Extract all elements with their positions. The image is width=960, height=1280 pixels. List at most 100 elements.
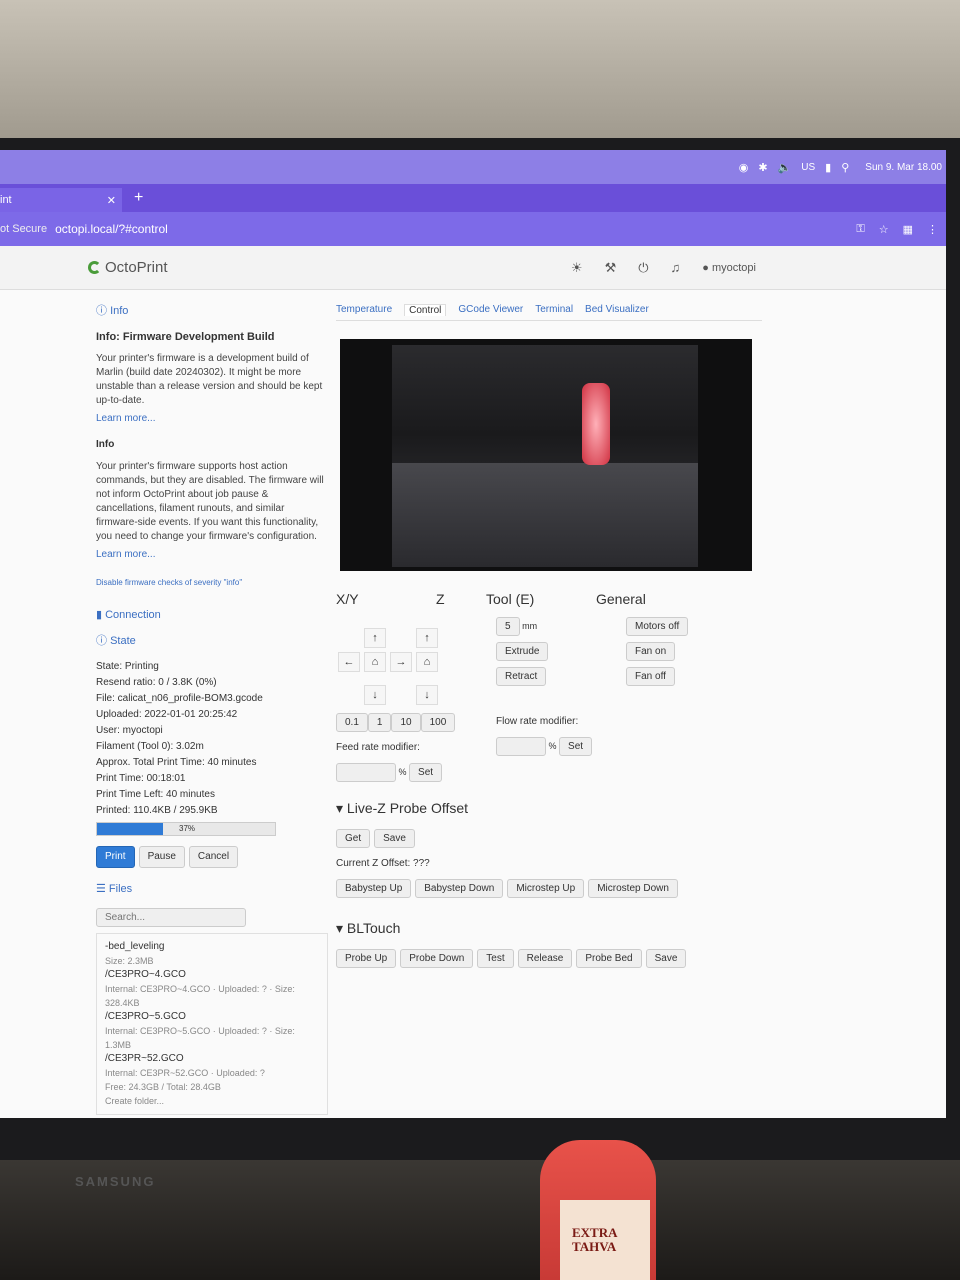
bltouch-save-button[interactable]: Save xyxy=(645,949,687,968)
file-item-name: /CE3PRO~5.GCO xyxy=(105,1011,186,1022)
file-list: -bed_leveling Size: 2.3MB /CE3PRO~4.GCO In… xyxy=(96,933,328,1115)
flow-rate-set-button[interactable]: Set xyxy=(559,737,593,756)
tool-controls: 5 mm Extrude Retract Flow rate modifier:… xyxy=(496,617,616,782)
bltouch-section-title[interactable]: ▾ BLTouch xyxy=(336,920,762,937)
input-source[interactable]: US xyxy=(801,162,815,173)
info-paragraph-1: Your printer's firmware is a development… xyxy=(96,353,323,406)
state-header[interactable]: ⓘ State xyxy=(96,634,328,648)
probe-down-button[interactable]: Probe Down xyxy=(400,949,474,968)
files-header[interactable]: ☰ Files xyxy=(96,882,328,896)
tab-gcode-viewer[interactable]: GCode Viewer xyxy=(458,304,523,316)
home-xy-button[interactable]: ⌂ xyxy=(364,652,386,672)
bltouch-buttons: Probe Up Probe Down Test Release Probe B… xyxy=(336,949,762,968)
tab-temperature[interactable]: Temperature xyxy=(336,304,392,316)
main-panel: Temperature Control GCode Viewer Termina… xyxy=(336,304,762,968)
tab-control[interactable]: Control xyxy=(404,304,447,316)
babystep-down-button[interactable]: Babystep Down xyxy=(415,879,504,898)
file-item-name: /CE3PRO~4.GCO xyxy=(105,969,186,980)
y-plus-button[interactable]: ↑ xyxy=(364,628,386,648)
probe-up-button[interactable]: Probe Up xyxy=(336,949,397,968)
feed-rate-set-button[interactable]: Set xyxy=(409,763,443,782)
fan-off-button[interactable]: Fan off xyxy=(626,667,675,686)
current-z-offset: Current Z Offset: ??? xyxy=(336,858,430,869)
brand[interactable]: OctoPrint xyxy=(88,259,168,276)
menubar-clock[interactable]: Sun 9. Mar 18.00 xyxy=(865,162,942,173)
print-button[interactable]: Print xyxy=(96,846,135,868)
save-offset-button[interactable]: Save xyxy=(374,829,415,848)
url-field[interactable]: octopi.local/?#control xyxy=(55,222,168,236)
learn-more-link-1[interactable]: Learn more... xyxy=(96,412,328,426)
printed-bytes: Printed: 110.4KB / 295.9KB xyxy=(96,805,218,816)
pause-button[interactable]: Pause xyxy=(138,846,185,868)
microstep-up-button[interactable]: Microstep Up xyxy=(507,879,585,898)
security-indicator[interactable]: ot Secure xyxy=(0,223,47,235)
y-minus-button[interactable]: ↓ xyxy=(364,685,386,705)
printer-image xyxy=(392,345,698,567)
progress-fill xyxy=(97,823,163,835)
new-tab-icon[interactable]: + xyxy=(134,189,143,207)
battery-icon[interactable]: ▮ xyxy=(825,161,831,174)
step-10-button[interactable]: 10 xyxy=(391,713,421,732)
print-bed xyxy=(392,463,698,567)
background-wall xyxy=(0,0,960,150)
search-icon[interactable]: ⚲ xyxy=(841,161,849,174)
release-button[interactable]: Release xyxy=(517,949,573,968)
tab-bed-visualizer[interactable]: Bed Visualizer xyxy=(585,304,649,316)
motors-off-button[interactable]: Motors off xyxy=(626,617,689,636)
close-tab-icon[interactable]: ✕ xyxy=(107,194,116,207)
babystep-up-button[interactable]: Babystep Up xyxy=(336,879,412,898)
x-plus-button[interactable]: → xyxy=(390,652,412,672)
info-header[interactable]: ⓘ Info xyxy=(96,304,328,318)
cancel-button[interactable]: Cancel xyxy=(188,846,239,868)
tool-label: Tool (E) xyxy=(486,591,535,607)
tab-terminal[interactable]: Terminal xyxy=(535,304,573,316)
retract-button[interactable]: Retract xyxy=(496,667,547,686)
wrench-icon[interactable]: ⚒ xyxy=(605,260,617,276)
power-icon[interactable]: ⏻ xyxy=(638,260,648,276)
flow-rate-input[interactable] xyxy=(496,737,546,756)
z-minus-button[interactable]: ↓ xyxy=(416,685,438,705)
list-item[interactable]: /CE3PR~52.GCO Internal: CE3PR~52.GCO · Up… xyxy=(105,1052,319,1080)
lightbulb-icon[interactable]: ☀ xyxy=(571,260,583,276)
probe-bed-button[interactable]: Probe Bed xyxy=(576,949,642,968)
list-item[interactable]: /CE3PRO~4.GCO Internal: CE3PRO~4.GCO · Up… xyxy=(105,968,319,1010)
livez-section-title[interactable]: ▾ Live-Z Probe Offset xyxy=(336,800,762,817)
volume-icon[interactable]: 🔈 xyxy=(778,161,792,174)
test-button[interactable]: Test xyxy=(477,949,514,968)
fan-on-button[interactable]: Fan on xyxy=(626,642,676,661)
user-menu[interactable]: ● myoctopi xyxy=(702,262,756,274)
connection-header[interactable]: ▮ Connection xyxy=(96,608,328,622)
file-item-name: /CE3PR~52.GCO xyxy=(105,1053,184,1064)
general-label: General xyxy=(596,591,646,607)
menu-icon[interactable]: ⋮ xyxy=(927,223,938,236)
key-icon[interactable]: ⚿ xyxy=(856,223,864,236)
disable-firmware-checks-link[interactable]: Disable firmware checks of severity "inf… xyxy=(96,576,328,590)
star-icon[interactable]: ☆ xyxy=(879,223,889,236)
step-1-button[interactable]: 1 xyxy=(367,713,392,732)
bluetooth-icon[interactable]: ✱ xyxy=(758,161,767,174)
wifi-icon[interactable]: ◉ xyxy=(739,161,749,174)
step-100-button[interactable]: 100 xyxy=(420,713,456,732)
state-label: State xyxy=(110,635,136,647)
extrude-amount-input[interactable]: 5 xyxy=(496,617,520,636)
home-z-button[interactable]: ⌂ xyxy=(416,652,438,672)
microstep-down-button[interactable]: Microstep Down xyxy=(588,879,678,898)
monitor-brand: SAMSUNG xyxy=(75,1174,156,1189)
x-minus-button[interactable]: ← xyxy=(338,652,360,672)
file-search-input[interactable] xyxy=(96,908,246,927)
get-offset-button[interactable]: Get xyxy=(336,829,371,848)
webcam-stream xyxy=(340,339,752,571)
browser-tabbar: int ✕ + xyxy=(0,184,946,212)
feed-rate-input[interactable] xyxy=(336,763,396,782)
file-item-meta: Size: 2.3MB xyxy=(105,956,154,966)
z-plus-button[interactable]: ↑ xyxy=(416,628,438,648)
bell-icon[interactable]: ♫ xyxy=(671,260,681,275)
learn-more-link-2[interactable]: Learn more... xyxy=(96,548,328,562)
extensions-icon[interactable]: ▦ xyxy=(903,223,913,236)
step-0-1-button[interactable]: 0.1 xyxy=(336,713,368,732)
list-item[interactable]: -bed_leveling Size: 2.3MB xyxy=(105,940,319,968)
create-folder-button[interactable]: Create folder... xyxy=(105,1094,319,1108)
extrude-button[interactable]: Extrude xyxy=(496,642,549,661)
browser-tab[interactable]: int ✕ xyxy=(0,188,122,212)
list-item[interactable]: /CE3PRO~5.GCO Internal: CE3PRO~5.GCO · Up… xyxy=(105,1010,319,1052)
